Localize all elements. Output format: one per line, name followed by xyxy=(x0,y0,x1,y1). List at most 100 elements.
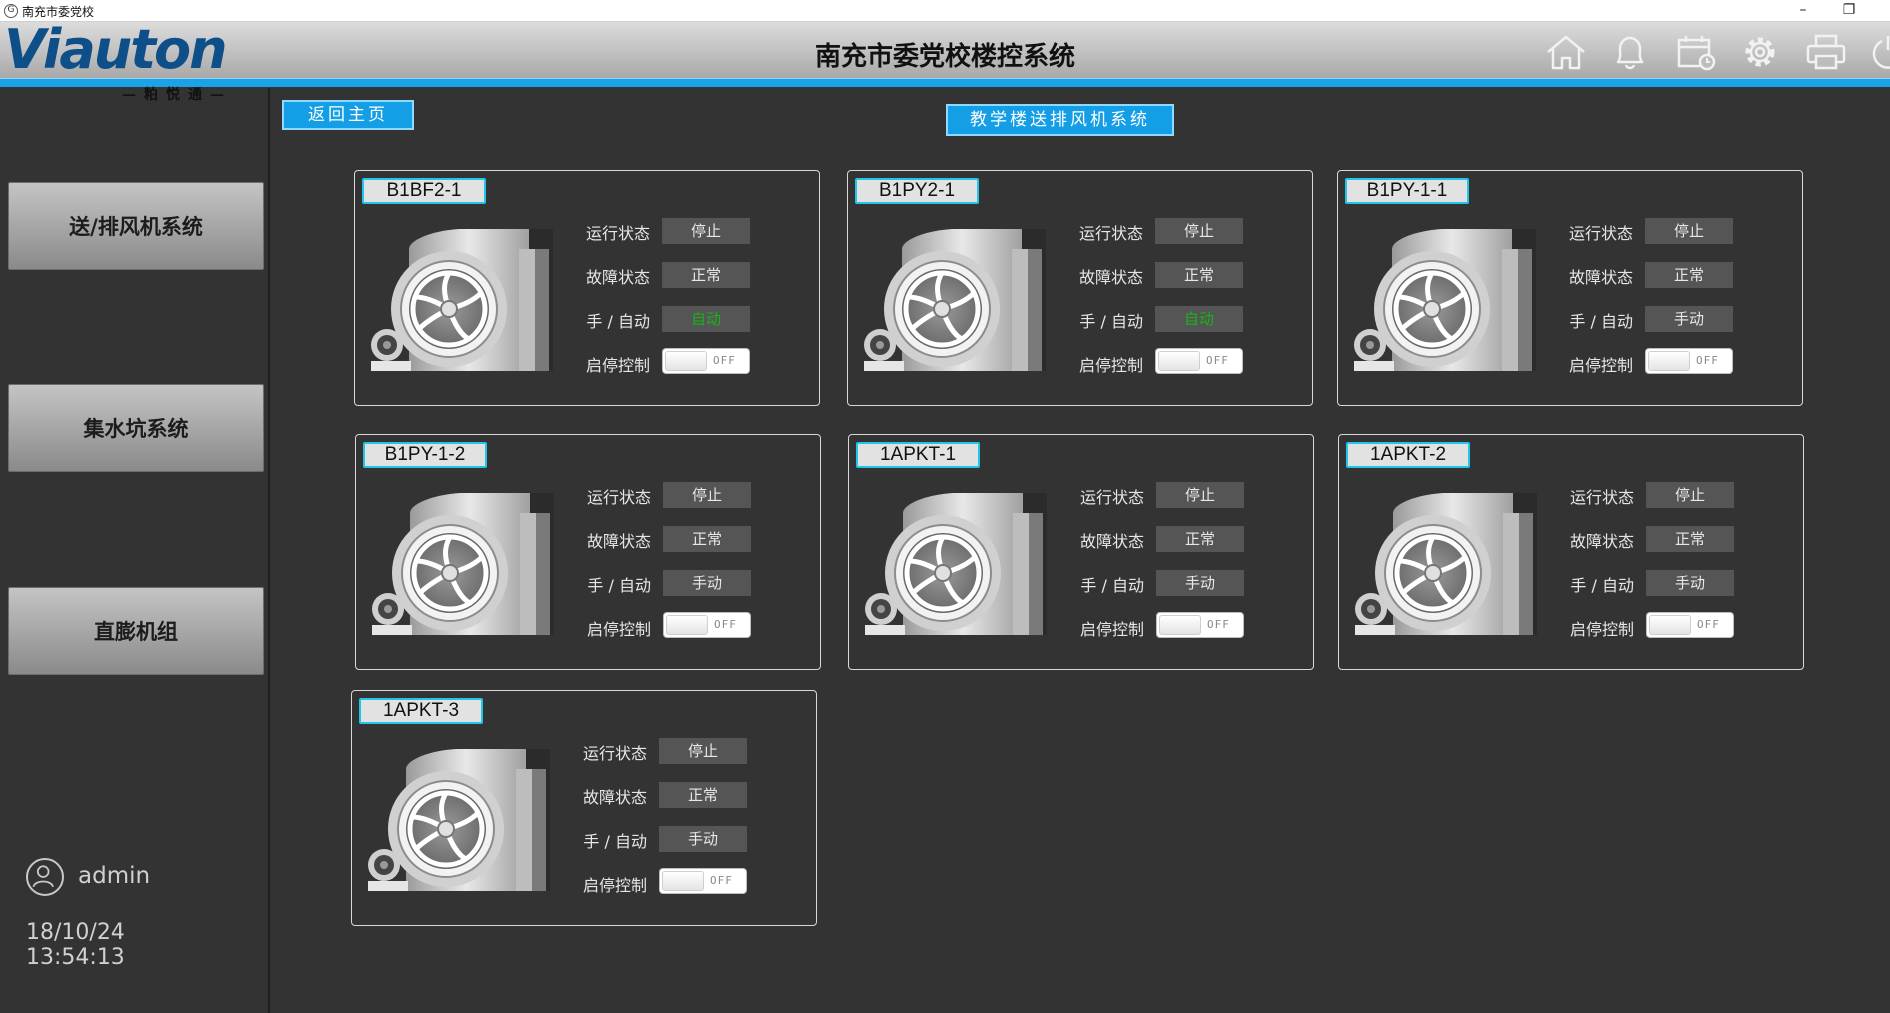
mode-value: 自动 xyxy=(1155,306,1243,332)
window-titlebar: G 南充市委党校 – ❐ xyxy=(0,0,1890,22)
fan-name-tag: B1PY-1-1 xyxy=(1345,178,1469,204)
toggle-knob[interactable] xyxy=(1159,615,1201,635)
fan-card: 1APKT-3 运行状态 停止 故障状态 正常手 / 自动 手动 启停控制 OFF xyxy=(351,690,817,926)
mode-value: 手动 xyxy=(1156,570,1244,596)
home-icon[interactable] xyxy=(1544,32,1588,72)
toggle-knob[interactable] xyxy=(1158,351,1200,371)
mode-row: 手 / 自动 手动 xyxy=(1064,570,1294,614)
header-accent-strip xyxy=(0,78,1890,87)
restore-button[interactable]: ❐ xyxy=(1826,0,1872,22)
fan-status-rows: 运行状态 停止 故障状态 正常手 / 自动 手动 启停控制 OFF xyxy=(1553,218,1783,394)
start-stop-toggle[interactable]: OFF xyxy=(1645,348,1733,374)
fault-status-value: 正常 xyxy=(659,782,747,808)
toggle-knob[interactable] xyxy=(666,615,708,635)
run-status-value: 停止 xyxy=(662,218,750,244)
run-status-row: 运行状态 停止 xyxy=(1554,482,1784,526)
fault-status-label: 故障状态 xyxy=(1078,268,1143,287)
app-icon: G xyxy=(4,4,18,18)
toggle-state-text: OFF xyxy=(1207,618,1230,631)
fan-illustration-icon xyxy=(370,485,554,635)
page-heading: 教学楼送排风机系统 xyxy=(946,104,1174,136)
run-status-value: 停止 xyxy=(1645,218,1733,244)
toggle-state-text: OFF xyxy=(1697,618,1720,631)
start-stop-toggle[interactable]: OFF xyxy=(663,612,751,638)
start-stop-label: 启停控制 xyxy=(1569,620,1634,639)
run-status-value: 停止 xyxy=(1155,218,1243,244)
start-stop-label: 启停控制 xyxy=(1078,356,1143,375)
fault-status-label: 故障状态 xyxy=(586,532,651,551)
datetime: 18/10/24 13:54:13 xyxy=(26,920,268,970)
run-status-label: 运行状态 xyxy=(1078,224,1143,243)
fan-name-tag: 1APKT-1 xyxy=(856,442,980,468)
fan-status-rows: 运行状态 停止 故障状态 正常手 / 自动 自动 启停控制 OFF xyxy=(1063,218,1293,394)
fault-status-value: 正常 xyxy=(663,526,751,552)
sidebar-item-sump-system[interactable]: 集水坑系统 xyxy=(8,384,264,472)
fan-card: 1APKT-1 运行状态 停止 故障状态 正常手 / 自动 手动 启停控制 OFF xyxy=(848,434,1314,670)
power-icon[interactable] xyxy=(1866,32,1890,72)
mode-label: 手 / 自动 xyxy=(586,312,650,331)
start-stop-label: 启停控制 xyxy=(1568,356,1633,375)
run-status-label: 运行状态 xyxy=(586,488,651,507)
start-stop-toggle[interactable]: OFF xyxy=(1156,612,1244,638)
fan-illustration-icon xyxy=(366,741,550,891)
fault-status-row: 故障状态 正常 xyxy=(1063,262,1293,306)
run-status-row: 运行状态 停止 xyxy=(570,218,800,262)
run-status-value: 停止 xyxy=(659,738,747,764)
run-status-row: 运行状态 停止 xyxy=(1553,218,1783,262)
start-stop-label: 启停控制 xyxy=(582,876,647,895)
start-stop-label: 启停控制 xyxy=(585,356,650,375)
run-status-value: 停止 xyxy=(1156,482,1244,508)
printer-icon[interactable] xyxy=(1804,32,1848,72)
fault-status-label: 故障状态 xyxy=(1568,268,1633,287)
mode-row: 手 / 自动 手动 xyxy=(571,570,801,614)
fan-card: 1APKT-2 运行状态 停止 故障状态 正常手 / 自动 手动 启停控制 OFF xyxy=(1338,434,1804,670)
fault-status-label: 故障状态 xyxy=(582,788,647,807)
start-stop-row: 启停控制 OFF xyxy=(1553,348,1783,394)
sidebar-item-dx-unit[interactable]: 直膨机组 xyxy=(8,587,264,675)
fan-status-rows: 运行状态 停止 故障状态 正常手 / 自动 手动 启停控制 OFF xyxy=(567,738,797,914)
back-home-button[interactable]: 返回主页 xyxy=(282,100,414,130)
user-avatar-icon xyxy=(26,858,64,896)
fan-status-rows: 运行状态 停止 故障状态 正常手 / 自动 自动 启停控制 OFF xyxy=(570,218,800,394)
start-stop-row: 启停控制 OFF xyxy=(570,348,800,394)
mode-label: 手 / 自动 xyxy=(587,576,651,595)
run-status-label: 运行状态 xyxy=(1568,224,1633,243)
run-status-row: 运行状态 停止 xyxy=(571,482,801,526)
run-status-row: 运行状态 停止 xyxy=(1064,482,1294,526)
mode-label: 手 / 自动 xyxy=(1569,312,1633,331)
calendar-icon[interactable] xyxy=(1674,32,1718,72)
start-stop-toggle[interactable]: OFF xyxy=(659,868,747,894)
fan-name-tag: B1PY-1-2 xyxy=(363,442,487,468)
sidebar: —粕悦通— 送/排风机系统 集水坑系统 直膨机组 admin 18/10/24 … xyxy=(0,87,270,1013)
current-date: 18/10/24 xyxy=(26,920,125,945)
bell-icon[interactable] xyxy=(1608,32,1652,72)
run-status-row: 运行状态 停止 xyxy=(1063,218,1293,262)
start-stop-row: 启停控制 OFF xyxy=(567,868,797,914)
mode-label: 手 / 自动 xyxy=(583,832,647,851)
toggle-knob[interactable] xyxy=(1648,351,1690,371)
toggle-knob[interactable] xyxy=(662,871,704,891)
mode-label: 手 / 自动 xyxy=(1079,312,1143,331)
fan-illustration-icon xyxy=(1352,221,1536,371)
mode-row: 手 / 自动 自动 xyxy=(1063,306,1293,350)
current-time: 13:54:13 xyxy=(26,945,125,970)
sidebar-item-fan-system[interactable]: 送/排风机系统 xyxy=(8,182,264,270)
run-status-row: 运行状态 停止 xyxy=(567,738,797,782)
toggle-knob[interactable] xyxy=(1649,615,1691,635)
app-header: Viauton 南充市委党校楼控系统 xyxy=(0,18,1890,87)
gear-icon[interactable] xyxy=(1738,32,1782,72)
fan-illustration-icon xyxy=(862,221,1046,371)
run-status-label: 运行状态 xyxy=(1569,488,1634,507)
run-status-value: 停止 xyxy=(1646,482,1734,508)
logo-subtitle: —粕悦通— xyxy=(122,87,232,103)
start-stop-toggle[interactable]: OFF xyxy=(1155,348,1243,374)
fault-status-value: 正常 xyxy=(1155,262,1243,288)
minimize-button[interactable]: – xyxy=(1780,0,1826,22)
toggle-knob[interactable] xyxy=(665,351,707,371)
start-stop-toggle[interactable]: OFF xyxy=(662,348,750,374)
system-title: 南充市委党校楼控系统 xyxy=(814,42,1075,72)
fault-status-row: 故障状态 正常 xyxy=(567,782,797,826)
start-stop-toggle[interactable]: OFF xyxy=(1646,612,1734,638)
mode-row: 手 / 自动 手动 xyxy=(567,826,797,870)
username: admin xyxy=(78,863,151,889)
